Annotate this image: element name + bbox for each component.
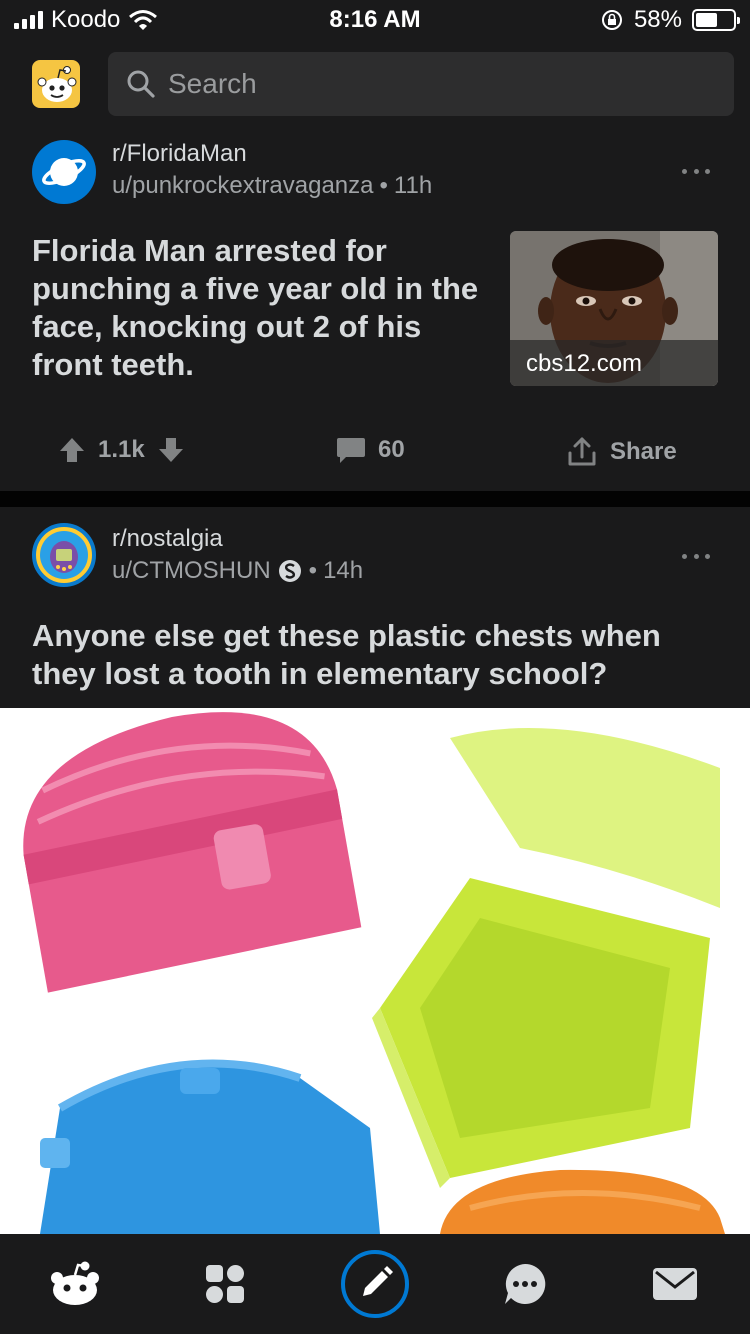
orientation-lock-icon <box>601 10 622 30</box>
search-input[interactable] <box>168 68 688 100</box>
post-meta: u/punkrockextravaganza • 11h <box>112 172 432 200</box>
tamagotchi-icon <box>40 531 88 579</box>
post-meta: u/CTMOSHUN • 14h <box>112 557 363 585</box>
vote-score: 1.1k <box>98 436 145 463</box>
post-age: 14h <box>323 557 364 584</box>
link-thumbnail[interactable]: cbs12.com <box>510 231 718 386</box>
subreddit-avatar[interactable] <box>32 523 96 587</box>
inbox-icon <box>653 1268 697 1300</box>
tab-inbox[interactable] <box>640 1252 710 1316</box>
post-author[interactable]: u/CTMOSHUN <box>112 557 271 585</box>
comment-count: 60 <box>378 436 405 463</box>
post-title-line: punching a five year old in the <box>32 271 479 306</box>
tab-chat[interactable] <box>490 1252 560 1316</box>
post-title-line: Anyone else get these plastic chests whe… <box>32 618 661 653</box>
tab-create-post[interactable] <box>340 1250 410 1318</box>
share-button[interactable]: Share <box>566 436 677 468</box>
post-card[interactable]: r/FloridaMan u/punkrockextravaganza • 11… <box>0 128 750 491</box>
user-award-icon <box>278 560 301 582</box>
post-title[interactable]: Anyone else get these plastic chests whe… <box>32 617 722 693</box>
more-options-icon[interactable] <box>682 551 710 561</box>
share-label: Share <box>610 438 677 465</box>
link-domain: cbs12.com <box>510 340 718 386</box>
meta-separator: • <box>308 557 318 584</box>
search-icon <box>127 70 155 98</box>
post-divider <box>0 491 750 507</box>
battery-percent: 58% <box>633 6 682 33</box>
post-image[interactable] <box>0 708 750 1234</box>
downvote-icon[interactable] <box>157 436 185 464</box>
planet-icon <box>42 158 86 186</box>
vote-controls: 1.1k <box>58 436 185 464</box>
post-action-bar: 1.1k 60 Share <box>0 430 750 474</box>
upvote-icon[interactable] <box>58 436 86 464</box>
create-post-icon <box>341 1250 409 1318</box>
post-title-line: front teeth. <box>32 347 194 382</box>
meta-separator: • <box>379 172 388 199</box>
home-icon <box>51 1261 99 1305</box>
chat-icon <box>505 1263 546 1304</box>
reddit-avatar-icon[interactable] <box>32 60 80 108</box>
status-bar: Koodo 8:16 AM 58% <box>0 0 750 44</box>
post-title-line: face, knocking out 2 of his <box>32 309 422 344</box>
status-right: 58% <box>600 6 740 34</box>
share-icon <box>568 437 596 466</box>
communities-icon <box>206 1265 244 1303</box>
post-card[interactable]: r/nostalgia u/CTMOSHUN • 14h Anyone else… <box>0 507 750 1234</box>
post-title[interactable]: Florida Man arrested for punching a five… <box>32 232 502 384</box>
post-title-line: Florida Man arrested for <box>32 233 387 268</box>
more-options-icon[interactable] <box>682 166 710 176</box>
battery-icon <box>692 9 740 31</box>
plastic-chests-image <box>0 708 750 1234</box>
post-title-line: they lost a tooth in elementary school? <box>32 656 608 691</box>
comments-button[interactable]: 60 <box>336 436 405 464</box>
search-bar[interactable] <box>108 52 734 116</box>
comment-icon <box>337 438 365 463</box>
post-age: 11h <box>393 172 433 199</box>
bottom-tab-bar <box>0 1234 750 1334</box>
app-header <box>0 44 750 128</box>
tab-home[interactable] <box>40 1252 110 1316</box>
subreddit-name[interactable]: r/nostalgia <box>112 525 223 553</box>
subreddit-name[interactable]: r/FloridaMan <box>112 140 247 168</box>
post-author[interactable]: u/punkrockextravaganza <box>112 172 374 200</box>
tab-communities[interactable] <box>190 1252 260 1316</box>
subreddit-avatar[interactable] <box>32 140 96 204</box>
